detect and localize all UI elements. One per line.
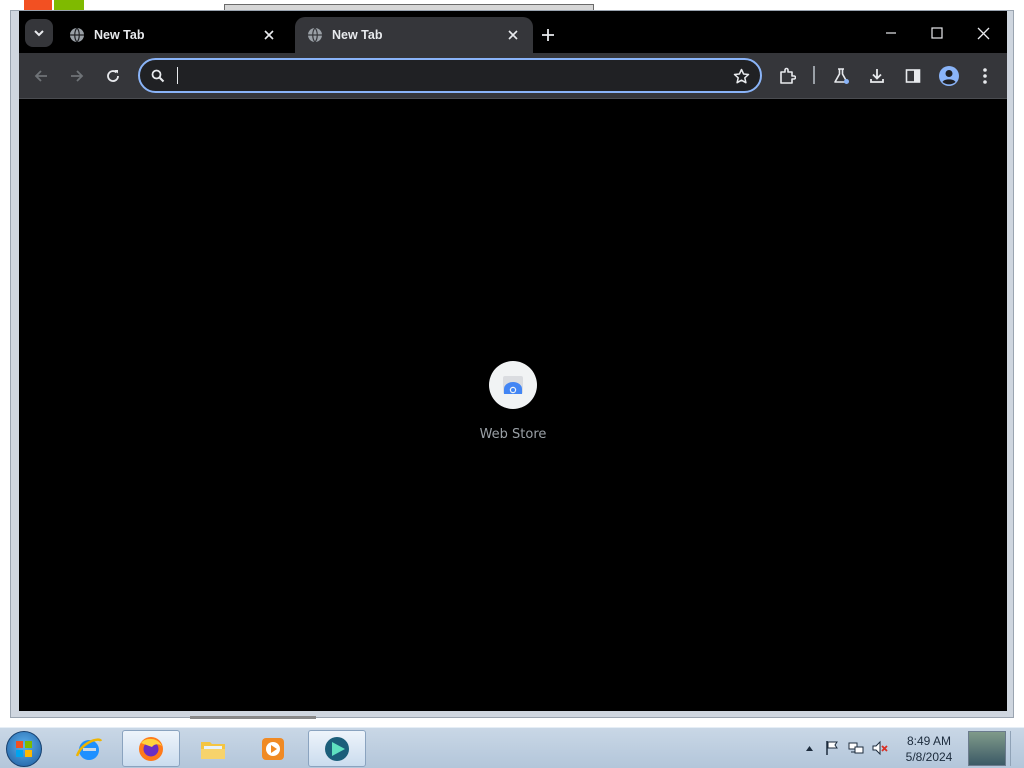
plus-icon (542, 29, 554, 41)
taskbar-app[interactable] (308, 730, 366, 767)
more-menu-button[interactable] (971, 62, 999, 90)
tray-action-center[interactable] (824, 740, 840, 756)
show-desktop-button[interactable] (968, 731, 1006, 766)
search-icon (151, 69, 165, 83)
chevron-down-icon (34, 30, 44, 37)
desktop-tile-green (54, 0, 84, 10)
start-button[interactable] (6, 731, 42, 767)
clock-time: 8:49 AM (906, 734, 952, 748)
taskbar-media-player[interactable] (244, 730, 302, 767)
tab-close-button[interactable] (261, 27, 277, 43)
shortcut-web-store[interactable]: Web Store (473, 361, 553, 442)
tab-new-tab-1[interactable]: New Tab (57, 17, 289, 53)
browser-frame: New Tab New Tab Web Store (19, 11, 1007, 711)
labs-flask-icon (834, 68, 849, 84)
internet-explorer-icon (75, 737, 103, 760)
tray-arrow-icon (805, 745, 813, 751)
volume-muted-icon (872, 740, 888, 756)
tray-volume[interactable] (872, 740, 888, 756)
tray-show-hidden-button[interactable] (801, 740, 817, 756)
background-window-edge-bottom (190, 716, 316, 719)
shortcut-label: Web Store (479, 427, 547, 442)
tab-search-button[interactable] (25, 19, 53, 47)
taskbar-file-explorer[interactable] (184, 730, 242, 767)
browser-window: New Tab New Tab Web Store (10, 10, 1014, 718)
toolbar-divider (813, 66, 815, 84)
taskbar-firefox[interactable] (122, 730, 180, 767)
more-menu-icon (983, 68, 987, 84)
web-store-icon (503, 376, 523, 394)
forward-button[interactable] (63, 62, 91, 90)
reload-button[interactable] (99, 62, 127, 90)
tab-title: New Tab (332, 28, 383, 42)
profile-button[interactable] (935, 62, 963, 90)
browser-toolbar (19, 53, 1007, 99)
extensions-icon (780, 67, 796, 84)
extensions-button[interactable] (773, 62, 801, 90)
address-input[interactable] (174, 64, 714, 87)
side-panel-button[interactable] (899, 62, 927, 90)
minimize-button[interactable] (871, 19, 911, 47)
reload-icon (107, 70, 119, 82)
new-tab-button[interactable] (537, 24, 559, 46)
text-caret (177, 67, 178, 84)
taskbar-clock[interactable]: 8:49 AM 5/8/2024 (894, 733, 964, 765)
clock-date: 5/8/2024 (905, 750, 953, 764)
maximize-icon (931, 27, 943, 39)
maximize-button[interactable] (917, 19, 957, 47)
side-panel-icon (905, 69, 921, 83)
back-arrow-icon (34, 70, 47, 82)
tab-strip: New Tab New Tab (19, 11, 1007, 53)
star-icon (733, 68, 749, 83)
network-icon (848, 742, 864, 754)
download-icon (870, 69, 884, 83)
globe-icon (308, 27, 322, 43)
action-center-flag-icon (826, 741, 838, 755)
profile-icon (939, 66, 959, 86)
back-button[interactable] (27, 62, 55, 90)
taskbar: 8:49 AM 5/8/2024 (0, 727, 1024, 768)
tab-new-tab-2-active[interactable]: New Tab (295, 17, 533, 53)
tray-network[interactable] (848, 740, 864, 756)
globe-icon (70, 27, 84, 43)
media-player-icon (262, 737, 284, 760)
close-icon (977, 27, 989, 39)
app-icon (325, 736, 349, 761)
firefox-icon (139, 736, 163, 761)
forward-arrow-icon (71, 70, 84, 82)
windows-start-icon (16, 741, 32, 757)
bookmark-button[interactable] (728, 63, 754, 89)
taskbar-internet-explorer[interactable] (60, 730, 118, 767)
address-bar[interactable] (138, 58, 762, 93)
new-tab-page: Web Store (19, 99, 1007, 711)
close-icon (264, 30, 274, 40)
tab-close-button[interactable] (505, 27, 521, 43)
web-store-icon-wrapper (489, 361, 537, 409)
minimize-icon (886, 32, 896, 34)
desktop-tile-red (24, 0, 52, 10)
taskbar-edge (1010, 731, 1020, 766)
close-window-button[interactable] (963, 19, 1003, 47)
downloads-button[interactable] (863, 62, 891, 90)
file-explorer-icon (201, 741, 225, 759)
close-icon (508, 30, 518, 40)
tab-title: New Tab (94, 28, 145, 42)
labs-button[interactable] (827, 62, 855, 90)
